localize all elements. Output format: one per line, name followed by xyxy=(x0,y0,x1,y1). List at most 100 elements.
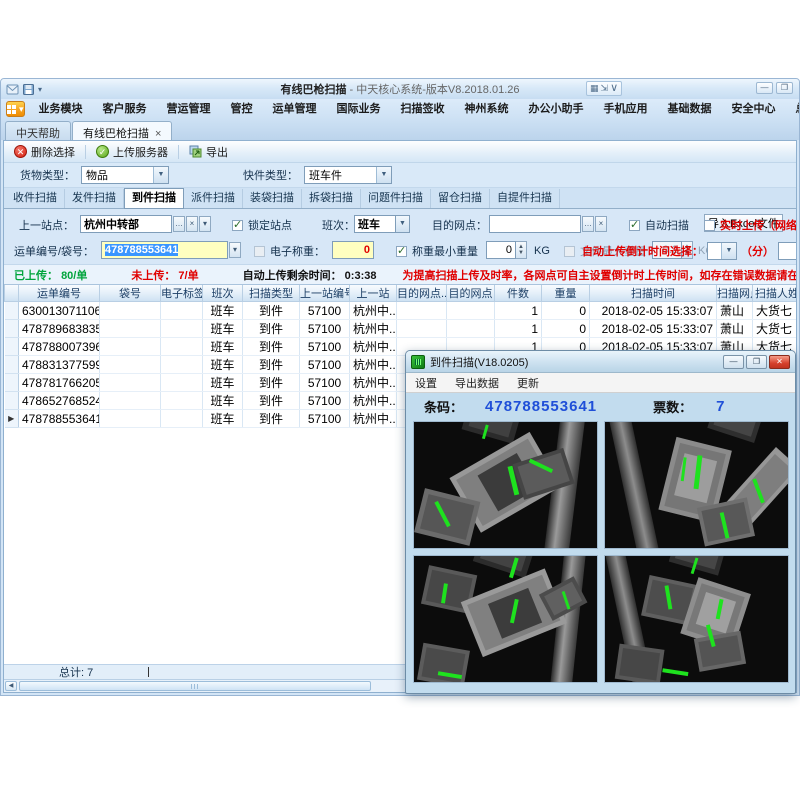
column-header-7[interactable]: 目的网点... xyxy=(396,285,447,302)
lock-station-checkbox[interactable] xyxy=(232,218,243,231)
scan-tab-6[interactable]: 问题件扫描 xyxy=(361,188,431,208)
min-weight-checkbox[interactable] xyxy=(396,244,407,257)
prev-station-field[interactable]: 杭州中转部 … × ▾ xyxy=(80,215,211,233)
chevron-down-icon[interactable]: ▾ xyxy=(229,242,241,258)
upload-server-button[interactable]: ✓ 上传服务器 xyxy=(90,143,174,161)
lock-station-toggle[interactable]: 锁定站点 xyxy=(232,216,292,234)
scan-tab-2[interactable]: 到件扫描 xyxy=(124,188,184,209)
menu-item-5[interactable]: 国际业务 xyxy=(327,99,391,119)
row-selector[interactable] xyxy=(4,355,19,374)
ellipsis-button[interactable]: … xyxy=(173,216,185,232)
popup-restore-button[interactable]: ❐ xyxy=(746,354,767,369)
popup-menu-update[interactable]: 更新 xyxy=(508,375,548,391)
row-selector[interactable] xyxy=(4,319,19,338)
column-header-3[interactable]: 班次 xyxy=(202,285,243,302)
column-header-6[interactable]: 上一站 xyxy=(349,285,397,302)
column-header-11[interactable]: 扫描时间 xyxy=(589,285,717,302)
scrollbar-thumb[interactable] xyxy=(19,681,371,691)
chevron-down-icon[interactable]: ▾ xyxy=(199,216,211,232)
ribbon-display-options-button[interactable]: ▦ ⇲ ∨ xyxy=(586,81,623,96)
extra-field[interactable] xyxy=(778,242,796,260)
save-icon[interactable] xyxy=(22,83,35,96)
scan-tab-0[interactable]: 收件扫描 xyxy=(6,188,65,208)
menu-item-10[interactable]: 基础数据 xyxy=(658,99,722,119)
menu-item-11[interactable]: 安全中心 xyxy=(722,99,786,119)
column-header-12[interactable]: 扫描网点 xyxy=(716,285,753,302)
close-tab-icon[interactable]: × xyxy=(155,128,161,140)
popup-menu-settings[interactable]: 设置 xyxy=(406,375,446,391)
scan-tab-5[interactable]: 拆袋扫描 xyxy=(302,188,361,208)
menu-item-1[interactable]: 客户服务 xyxy=(93,99,157,119)
shift-label: 班次： xyxy=(322,220,355,232)
row-selector[interactable] xyxy=(4,373,19,392)
column-header-13[interactable]: 扫描人姓名 xyxy=(752,285,796,302)
auto-scan-label: 自动扫描 xyxy=(645,220,689,232)
scan-tab-3[interactable]: 派件扫描 xyxy=(184,188,243,208)
escale-checkbox[interactable] xyxy=(254,245,265,257)
scan-tab-7[interactable]: 留仓扫描 xyxy=(431,188,490,208)
popup-minimize-button[interactable]: — xyxy=(723,354,744,369)
realtime-upload-toggle[interactable]: 实时上传（网络消耗大 xyxy=(704,216,796,234)
restore-button[interactable]: ❐ xyxy=(776,82,793,94)
scan-tab-8[interactable]: 自提件扫描 xyxy=(490,188,560,208)
countdown-select[interactable]: ▼ xyxy=(707,242,737,260)
escale-toggle[interactable]: 电子称重： xyxy=(254,242,325,260)
menu-item-2[interactable]: 营运管理 xyxy=(157,99,221,119)
dest-site-field[interactable]: … × xyxy=(489,215,607,233)
column-header-1[interactable]: 袋号 xyxy=(99,285,161,302)
menu-item-8[interactable]: 办公小助手 xyxy=(519,99,594,119)
column-header-8[interactable]: 目的网点 xyxy=(446,285,495,302)
menu-item-4[interactable]: 运单管理 xyxy=(263,99,327,119)
column-header-4[interactable]: 扫描类型 xyxy=(242,285,300,302)
shift-select[interactable]: 班车 ▼ xyxy=(354,215,410,233)
clear-button[interactable]: × xyxy=(186,216,198,232)
scan-tab-1[interactable]: 发件扫描 xyxy=(65,188,124,208)
table-row[interactable]: 630013071106 班车 到件 57100 杭州中... 1 0 2018-02-05 … xyxy=(4,301,796,320)
waybill-label: 运单编号/袋号： xyxy=(14,246,95,258)
popup-close-button[interactable]: ✕ xyxy=(769,354,790,369)
tab-zhongtian-help[interactable]: 中天帮助 xyxy=(5,121,71,140)
row-selector[interactable] xyxy=(4,301,19,320)
auto-scan-checkbox[interactable] xyxy=(629,218,640,231)
waybill-field[interactable]: 478788553641 ▾ xyxy=(101,241,241,259)
export-label: 导出 xyxy=(206,146,228,159)
row-selector[interactable]: ▶ xyxy=(4,409,19,428)
table-row[interactable]: 478789683835 班车 到件 57100 杭州中... 1 0 2018-02-05 … xyxy=(4,319,796,338)
max-file-weight-checkbox[interactable] xyxy=(564,245,575,257)
clear-button[interactable]: × xyxy=(595,216,607,232)
min-weight-toggle[interactable]: 称重最小重量 xyxy=(396,242,478,260)
menu-item-7[interactable]: 神州系统 xyxy=(455,99,519,119)
menu-item-12[interactable]: 总部后台管理 xyxy=(786,99,799,119)
menu-item-6[interactable]: 扫描签收 xyxy=(391,99,455,119)
export-button[interactable]: 导出 xyxy=(183,143,234,161)
column-header-2[interactable]: 电子标签 xyxy=(160,285,203,302)
row-selector[interactable] xyxy=(4,391,19,410)
cargo-type-select[interactable]: 物品 ▼ xyxy=(81,166,169,184)
mail-icon[interactable] xyxy=(6,83,19,96)
tab-wired-gun-scan[interactable]: 有线巴枪扫描 × xyxy=(72,121,173,140)
min-weight-stepper[interactable]: 0 ▲ ▼ xyxy=(486,241,527,259)
scroll-left-arrow-icon[interactable]: ◀ xyxy=(5,681,17,691)
column-header-10[interactable]: 重量 xyxy=(541,285,590,302)
quick-access-caret-icon[interactable]: ▾ xyxy=(38,85,42,94)
column-header-9[interactable]: 件数 xyxy=(494,285,542,302)
popup-menu-export-data[interactable]: 导出数据 xyxy=(446,375,508,391)
menu-item-0[interactable]: 业务模块 xyxy=(29,99,93,119)
scan-tab-4[interactable]: 装袋扫描 xyxy=(243,188,302,208)
shift-value: 班车 xyxy=(354,215,396,233)
auto-scan-toggle[interactable]: 自动扫描 xyxy=(629,216,689,234)
row-selector[interactable] xyxy=(4,337,19,356)
menu-item-3[interactable]: 管控 xyxy=(221,99,263,119)
application-menu-button[interactable]: ▾ xyxy=(6,101,25,117)
remaining-time-value: 0:3:38 xyxy=(344,269,377,282)
stepper-arrows-icon[interactable]: ▲ ▼ xyxy=(516,241,527,259)
delete-selection-button[interactable]: ✕ 删除选择 xyxy=(8,143,81,161)
column-header-0[interactable]: 运单编号 xyxy=(18,285,100,302)
minute-label: （分） xyxy=(741,246,774,258)
column-header-5[interactable]: 上一站编号 xyxy=(299,285,350,302)
realtime-upload-checkbox[interactable] xyxy=(704,219,715,231)
ellipsis-button[interactable]: … xyxy=(582,216,594,232)
minimize-button[interactable]: — xyxy=(756,82,773,94)
menu-item-9[interactable]: 手机应用 xyxy=(594,99,658,119)
express-type-select[interactable]: 班车件 ▼ xyxy=(304,166,392,184)
